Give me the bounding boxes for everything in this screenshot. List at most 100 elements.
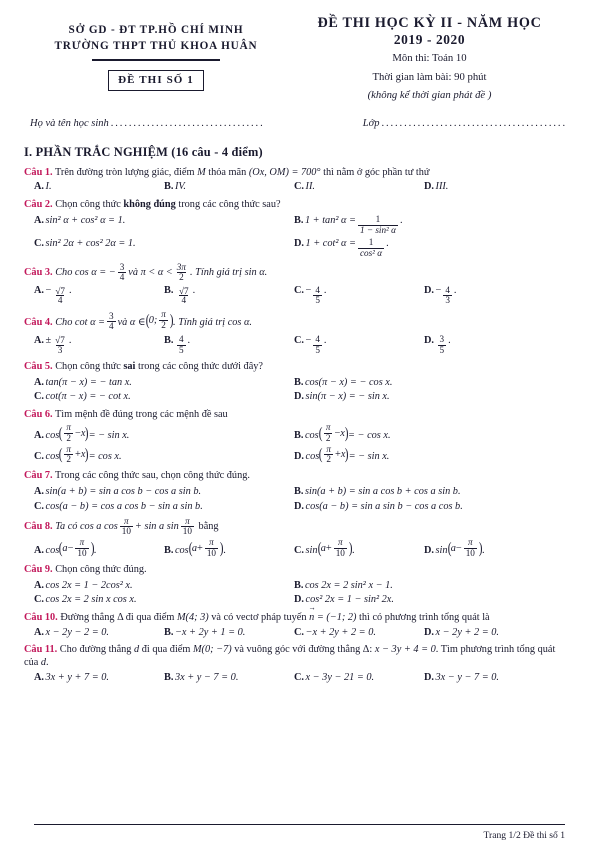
option-c[interactable]: C. II.	[294, 180, 424, 193]
question-10: Câu 10. Đường thẳng Δ đi qua điểm M(4; 3…	[24, 611, 591, 639]
question-7-label: Câu 7.	[24, 470, 53, 482]
q10-line2: phương trình tổng quát là	[384, 611, 490, 623]
option-b[interactable]: B. sin(a + b) = sin a cos b + cos a sin b…	[294, 485, 554, 498]
q1-t3: thì nằm ở góc phần tư thứ	[320, 166, 430, 178]
option-a[interactable]: A. ± √7 3.	[34, 334, 164, 356]
q8-lead: Ta có cos a cos	[55, 521, 118, 533]
option-c[interactable]: C. sin(a + π 10).	[294, 537, 424, 559]
q11-lead: Cho đường thẳng	[59, 644, 132, 656]
option-a[interactable]: A. cos(π 2− x) = − sin x.	[34, 422, 294, 444]
option-c[interactable]: C. cos(a − b) = cos a cos b − sin a sin b…	[34, 500, 294, 513]
option-c[interactable]: C. −4 5.	[294, 334, 424, 356]
question-6: Câu 6. Tìm mệnh đề đúng trong các mệnh đ…	[24, 408, 591, 465]
option-a[interactable]: A. cos 2x = 1 − 2cos² x.	[34, 579, 294, 592]
option-d[interactable]: D. sin(π − x) = − sin x.	[294, 390, 554, 403]
option-b[interactable]: B. IV.	[164, 180, 294, 193]
option-a[interactable]: A. sin² α + cos² α = 1.	[34, 214, 294, 227]
q10-coords: = (−1; 2)	[316, 611, 357, 623]
option-d[interactable]: D. 3x − y − 7 = 0.	[424, 671, 554, 684]
exam-info-block: ĐỀ THI HỌC KỲ II - NĂM HỌC 2019 - 2020 M…	[290, 14, 569, 103]
option-d[interactable]: D. 3 5.	[424, 334, 554, 356]
option-d[interactable]: D. sin(a − π 10).	[424, 537, 554, 559]
header-divider	[92, 59, 220, 61]
q8-mid: + sin a sin	[134, 521, 179, 533]
option-b[interactable]: B. 3x + y − 7 = 0.	[164, 671, 294, 684]
question-8-options: A. cos(a − π 10). B. cos(a + π 10). C. sin(a + π 10)…	[34, 537, 571, 559]
option-b[interactable]: B. cos(a + π 10).	[164, 537, 294, 559]
q4-mid: và α ∈	[117, 316, 146, 328]
q11-d: d	[134, 644, 140, 656]
q6-t1: Tìm mệnh đề đúng trong các mệnh đề sau	[55, 409, 228, 420]
option-c[interactable]: C. −x + 2y + 2 = 0.	[294, 626, 424, 639]
question-8-label: Câu 8.	[24, 521, 53, 533]
q4-tail: . Tính giá trị cos α.	[173, 316, 252, 328]
question-7: Câu 7. Trong các công thức sau, chọn côn…	[24, 469, 591, 513]
fraction: π 10	[333, 537, 347, 558]
q2-t2: trong các công thức sau?	[175, 199, 281, 211]
q5-t1: Chọn công thức	[55, 360, 124, 372]
q1-t2: thỏa mãn	[205, 166, 249, 178]
question-10-options: A. x − 2y − 2 = 0. B. −x + 2y + 1 = 0. C. −…	[34, 626, 571, 639]
fraction: 43	[443, 284, 452, 306]
fraction: 34	[117, 261, 127, 283]
footer-divider	[34, 823, 565, 825]
question-3-text: Câu 3. Cho cos α = −3 4 và π < α <3π 2. Tín…	[24, 261, 571, 283]
option-c[interactable]: C. sin² 2α + cos² 2α = 1.	[34, 237, 294, 250]
question-7-text: Câu 7. Trong các công thức sau, chọn côn…	[24, 469, 571, 482]
q3-mid: và π < α <	[128, 267, 173, 279]
q7-t1: Trong các công thức sau, chọn công thức …	[55, 470, 250, 482]
q11-point: M(0; −7)	[192, 644, 232, 656]
q10-mid: và có vectơ pháp tuyến	[211, 611, 307, 623]
option-a[interactable]: A. x − 2y − 2 = 0.	[34, 626, 164, 639]
exam-code-box: ĐỀ THI SỐ 1	[108, 69, 204, 92]
option-b[interactable]: B. √7 4.	[164, 284, 294, 306]
option-b[interactable]: B. cos 2x = 2 sin² x − 1.	[294, 579, 554, 592]
exam-title: ĐỀ THI HỌC KỲ II - NĂM HỌC	[317, 15, 542, 31]
option-d[interactable]: D. x − 2y + 2 = 0.	[424, 626, 554, 639]
option-d[interactable]: D. cos(π 2 + x) = − sin x.	[294, 443, 554, 465]
fraction: √7 4	[55, 285, 65, 306]
question-9: Câu 9. Chọn công thức đúng. A. cos 2x = 1…	[24, 563, 591, 607]
q5-bold: sai	[123, 360, 136, 372]
question-3-label: Câu 3.	[24, 267, 53, 279]
q2-t1: Chọn công thức	[55, 199, 124, 211]
option-a[interactable]: A. I.	[34, 180, 164, 193]
question-11-text: Câu 11. Cho đường thẳng d đi qua điểm M(…	[24, 643, 571, 669]
option-c[interactable]: C. x − 3y − 21 = 0.	[294, 671, 424, 684]
option-a[interactable]: A. − √7 4.	[34, 284, 164, 306]
option-c[interactable]: C. −4 5.	[294, 284, 424, 306]
fraction: π2	[324, 443, 334, 464]
option-d[interactable]: D. 1 + cot² α = 1 cos² α.	[294, 237, 554, 259]
option-d[interactable]: D. III.	[424, 180, 554, 193]
student-name-label: Họ và tên học sinh	[30, 117, 109, 129]
school-block: SỞ GD - ĐT TP.HỒ CHÍ MINH TRƯỜNG THPT TH…	[22, 14, 290, 103]
option-c[interactable]: C. cos 2x = 2 sin x cos x.	[34, 593, 294, 606]
question-3-options: A. − √7 4. B. √7 4. C. −4 5. D. −4 3.	[34, 284, 571, 306]
option-c[interactable]: C. cos(π 2 + x) = cos x.	[34, 444, 294, 465]
fraction: π2	[159, 309, 168, 330]
question-5-text: Câu 5. Chọn công thức sai trong các công…	[24, 360, 571, 373]
question-8-text: Câu 8. Ta có cos a cos π 10 + sin a sin π 10 …	[24, 516, 571, 537]
option-b[interactable]: B. cos(π − x) = − cos x.	[294, 376, 554, 389]
option-a[interactable]: A. cos(a − π 10).	[34, 537, 164, 559]
option-c[interactable]: C. cot(π − x) = − cot x.	[34, 390, 294, 403]
option-a[interactable]: A. sin(a + b) = sin a cos b − cos a sin b…	[34, 485, 294, 498]
fraction: 45	[176, 334, 186, 355]
option-a[interactable]: A. tan(π − x) = − tan x.	[34, 376, 294, 389]
option-b[interactable]: B. cos(π 2− x) = − cos x.	[294, 422, 554, 444]
fraction: π2	[64, 422, 74, 443]
question-6-label: Câu 6.	[24, 409, 53, 420]
option-d[interactable]: D. cos(a − b) = sin a sin b − cos a cos b…	[294, 500, 554, 513]
fraction: 11 − sin² α	[357, 214, 398, 235]
option-d[interactable]: D. −4 3.	[424, 284, 554, 306]
option-b[interactable]: B. 1 + tan² α = 1 1 − sin² α.	[294, 214, 554, 236]
option-b[interactable]: B. 4 5.	[164, 334, 294, 356]
option-d[interactable]: D. cos² 2x = 1 − sin² 2x.	[294, 593, 554, 606]
question-9-label: Câu 9.	[24, 563, 53, 575]
option-a[interactable]: A. 3x + y + 7 = 0.	[34, 671, 164, 684]
question-1: Câu 1. Trên đường tròn lượng giác, điểm …	[24, 166, 591, 194]
question-11-label: Câu 11.	[24, 644, 58, 656]
fraction: π 10	[463, 537, 477, 558]
fraction: 34	[107, 310, 116, 332]
option-b[interactable]: B. −x + 2y + 1 = 0.	[164, 626, 294, 639]
